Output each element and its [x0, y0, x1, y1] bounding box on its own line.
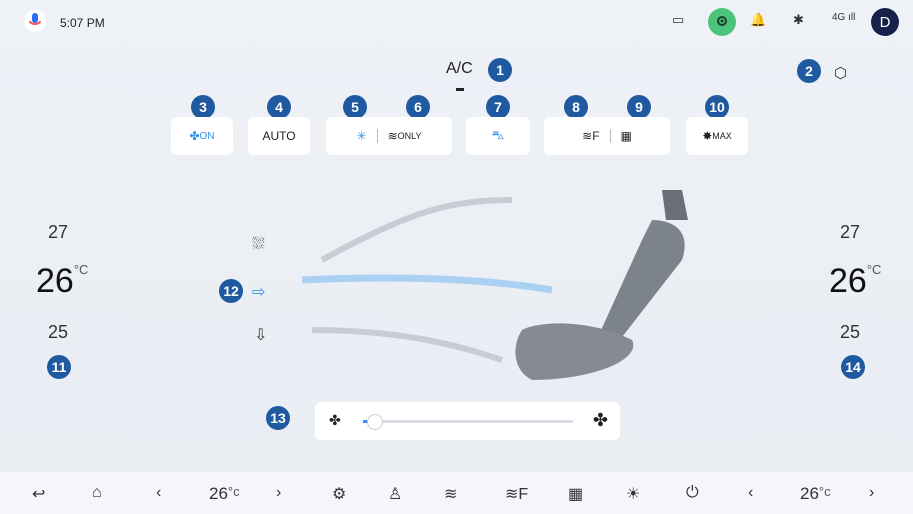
bottom-left-temp[interactable]: 26°c [209, 484, 240, 504]
badge-10: 10 [705, 95, 729, 119]
vent-feet-icon[interactable]: ⇩ [254, 325, 267, 345]
snow-icon[interactable]: ✳ [357, 129, 367, 143]
badge-6: 6 [406, 95, 430, 119]
avatar[interactable]: D [871, 8, 899, 36]
power-icon[interactable]: ⏻ [686, 484, 699, 502]
badge-11: 11 [47, 355, 71, 379]
right-temp-current: 26°C [829, 262, 882, 300]
max-ac-icon: ✸ [702, 129, 713, 143]
badge-1: 1 [488, 58, 512, 82]
right-temp-decrease-icon[interactable]: ‹ [748, 484, 753, 502]
climate-screen: 5:07 PM ▭ 🔔 ✱ 4G ıll D A/C 1 2 ⬡ 3 4 5 6… [0, 0, 913, 514]
air-icon[interactable]: ≋ [444, 484, 457, 504]
defrost-icon[interactable]: ≋F [505, 484, 528, 504]
front-defrost-icon[interactable]: ≋ [582, 129, 592, 143]
rear-defrost-icon[interactable]: ▦ [621, 129, 632, 143]
bottom-nav-bar: ↩ ⌂ ‹ 26°c › ⚙ ♙ ≋ ≋F ▦ ☀ ⏻ ‹ 26°c › [0, 472, 913, 514]
camera-icon[interactable]: ▭ [672, 12, 684, 28]
recirculation-button[interactable]: ⛍ [466, 117, 530, 155]
seat-icon[interactable]: ♙ [388, 484, 402, 504]
fan-low-icon: ✤ [329, 412, 341, 428]
left-temp-down[interactable]: 25 [48, 322, 68, 343]
badge-14: 14 [841, 355, 865, 379]
badge-8: 8 [564, 95, 588, 119]
signal-icon: 4G ıll [832, 12, 856, 23]
apps-grid-icon[interactable]: ▦ [568, 484, 583, 504]
fan-speed-panel: ✤ ✤ [315, 402, 620, 440]
badge-9: 9 [627, 95, 651, 119]
back-icon[interactable]: ↩ [32, 484, 45, 504]
vent-face-icon[interactable]: ⇨ [252, 282, 265, 302]
vent-windshield-icon[interactable]: ⛆ [252, 236, 265, 254]
recirculation-icon: ⛍ [491, 128, 505, 142]
badge-13: 13 [266, 406, 290, 430]
fan-track [363, 420, 573, 423]
ac-label[interactable]: A/C [446, 60, 473, 78]
badge-7: 7 [486, 95, 510, 119]
left-temp-current: 26°C [36, 262, 89, 300]
brightness-icon[interactable]: ☀ [626, 484, 640, 504]
defrost-group: ≋ F ▦ [544, 117, 670, 155]
home-icon[interactable]: ⌂ [92, 484, 102, 502]
badge-3: 3 [191, 95, 215, 119]
left-temp-increase-icon[interactable]: › [276, 484, 281, 502]
mic-icon[interactable] [24, 10, 46, 32]
location-icon[interactable] [708, 8, 736, 36]
fan-icon: ✤ [189, 129, 200, 143]
clock: 5:07 PM [60, 16, 105, 30]
right-temp-increase-icon[interactable]: › [869, 484, 874, 502]
right-temp-down[interactable]: 25 [840, 322, 860, 343]
badge-2: 2 [797, 59, 821, 83]
auto-button[interactable]: AUTO [248, 117, 310, 155]
bluetooth-icon[interactable]: ✱ [793, 12, 804, 28]
cooling-mode-group: ✳ ≋ ONLY [326, 117, 452, 155]
status-bar: 5:07 PM ▭ 🔔 ✱ 4G ıll D [0, 0, 913, 44]
fan-on-button[interactable]: ✤ ON [171, 117, 233, 155]
airflow-icon[interactable]: ≋ [388, 129, 398, 143]
ac-indicator [456, 88, 464, 91]
seat-airflow-illustration [301, 190, 688, 380]
badge-12: 12 [219, 279, 243, 303]
max-ac-button[interactable]: ✸ MAX [686, 117, 748, 155]
settings-icon[interactable]: ⬡ [834, 64, 847, 82]
bottom-right-temp[interactable]: 26°c [800, 484, 831, 504]
badge-4: 4 [267, 95, 291, 119]
left-temp-decrease-icon[interactable]: ‹ [156, 484, 161, 502]
badge-5: 5 [343, 95, 367, 119]
fan-high-icon: ✤ [592, 410, 608, 430]
fan-speed-slider[interactable] [366, 414, 383, 430]
left-temp-up[interactable]: 27 [48, 222, 68, 243]
notification-bell-icon[interactable]: 🔔 [750, 12, 766, 28]
right-temp-up[interactable]: 27 [840, 222, 860, 243]
settings-gear-icon[interactable]: ⚙ [332, 484, 346, 504]
